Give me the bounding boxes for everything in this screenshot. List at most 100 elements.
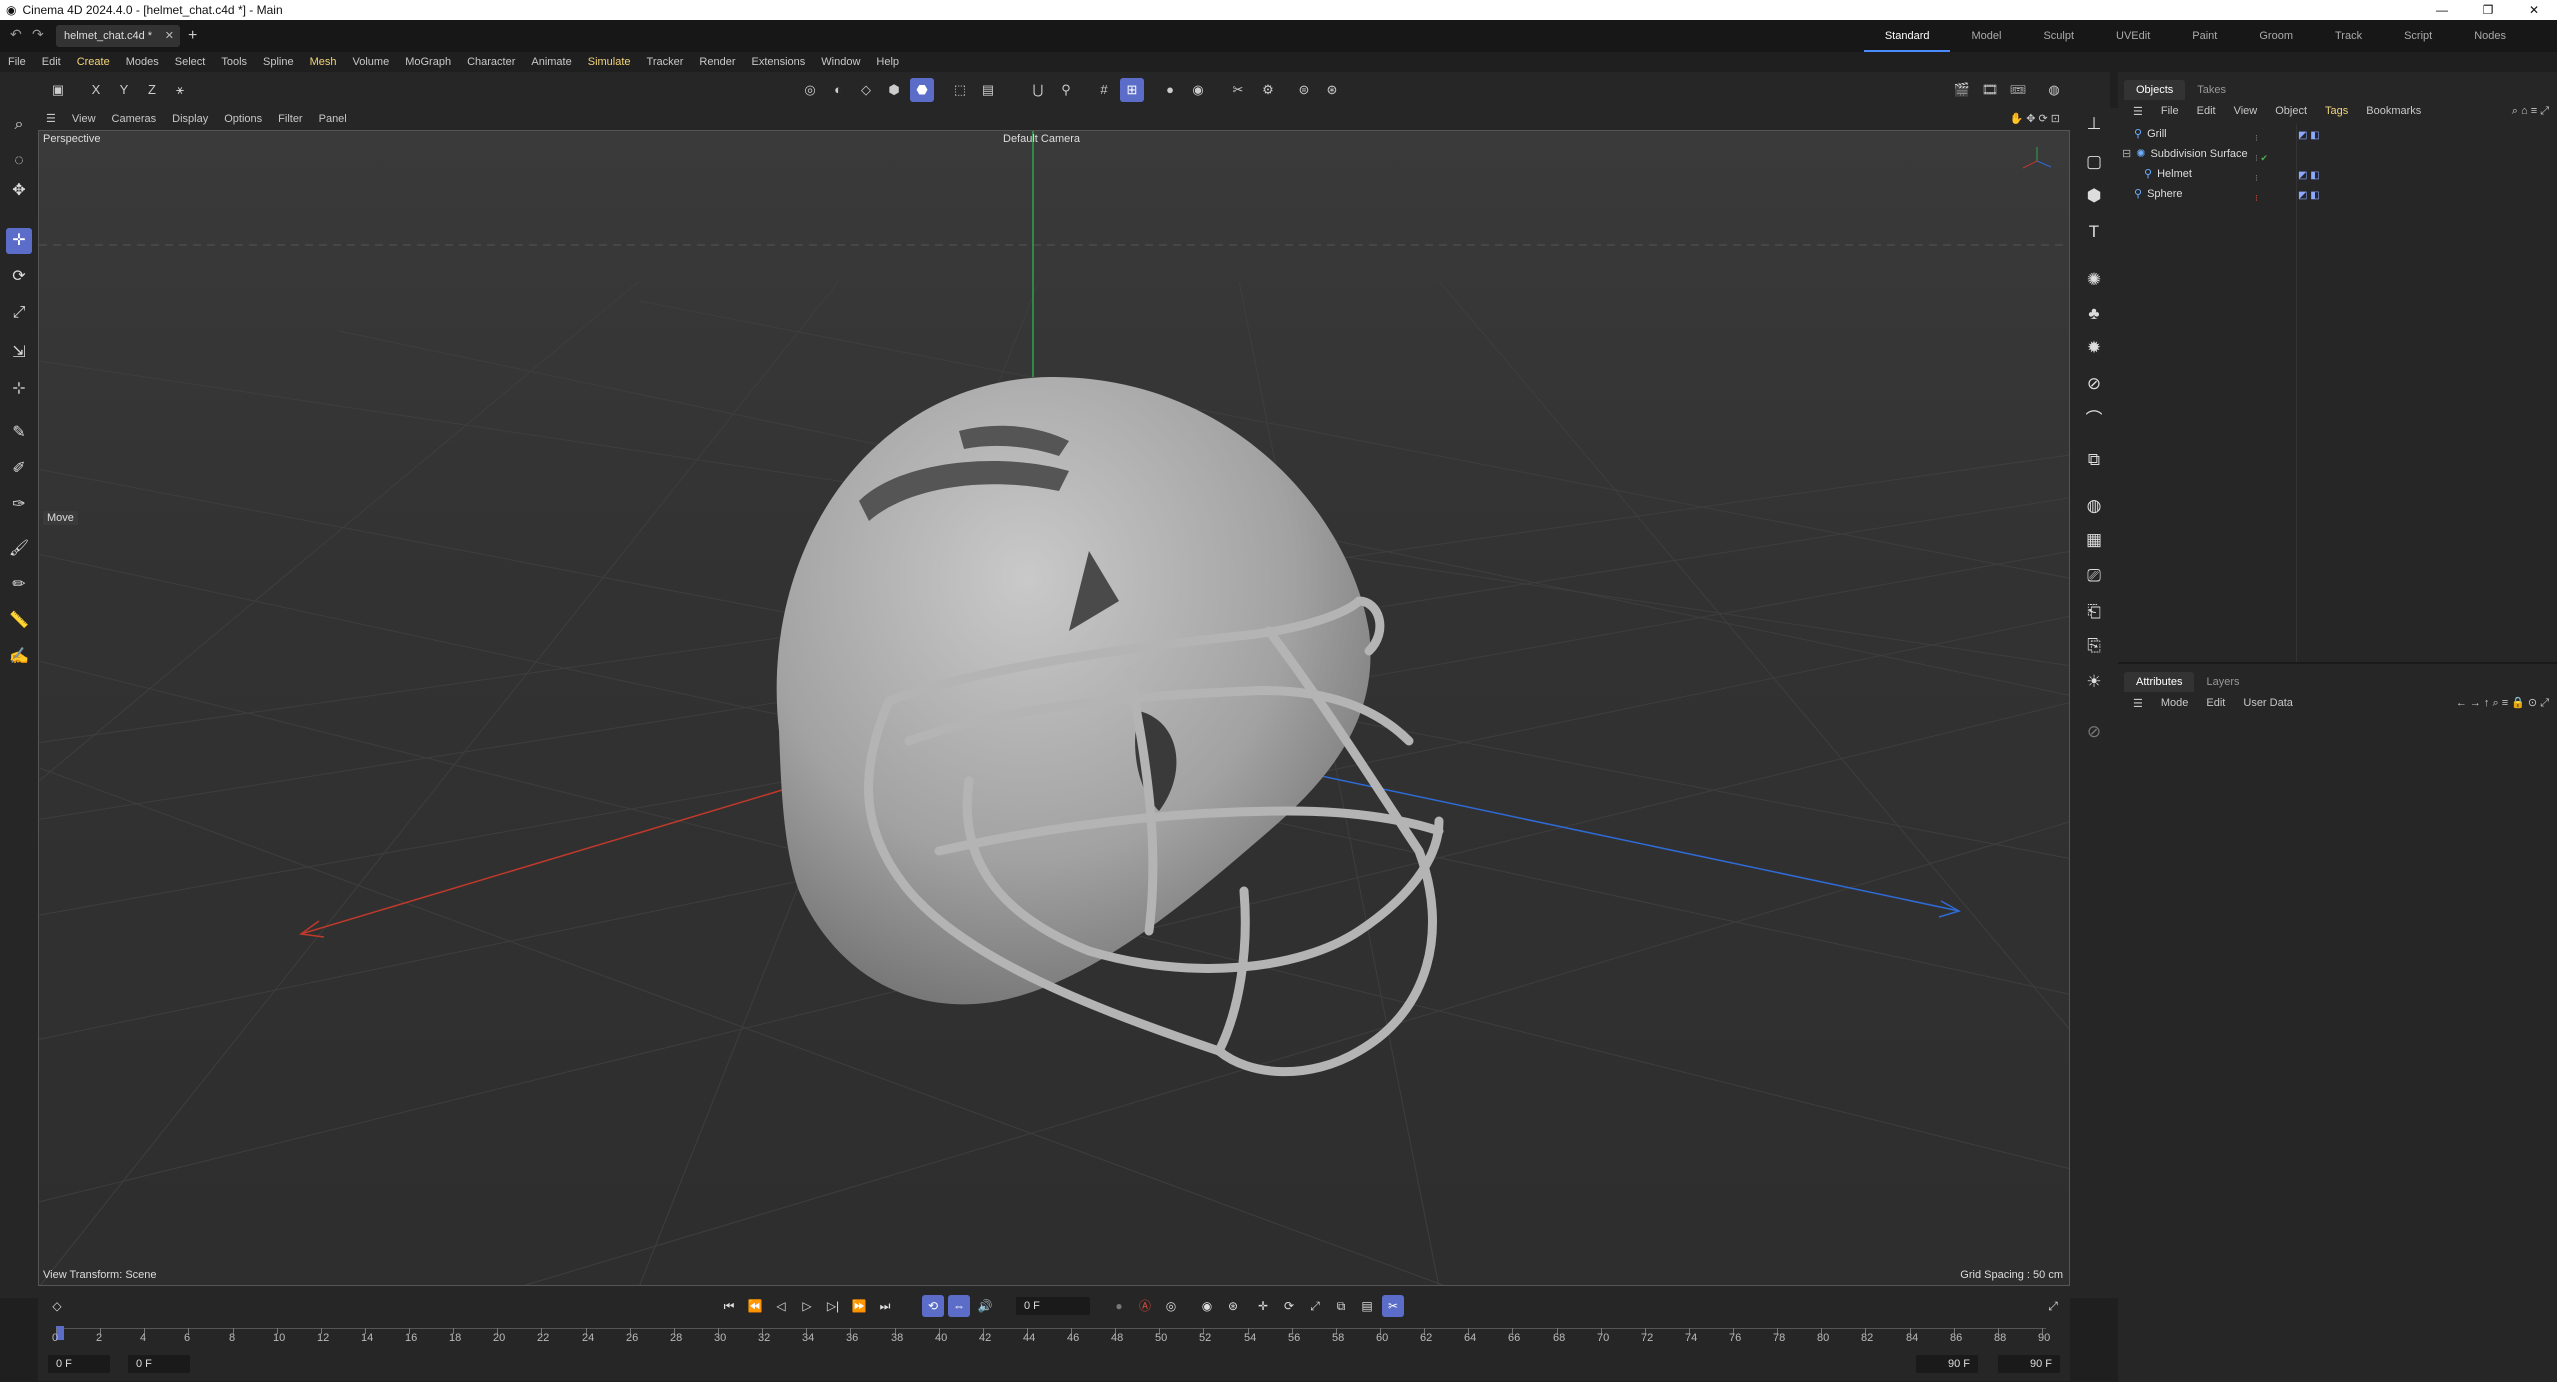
cloner-icon[interactable]: ♣ (2080, 300, 2108, 328)
start-frame-field[interactable]: 0 F (48, 1355, 110, 1373)
enable-axis-icon[interactable]: ⊥ (2080, 110, 2108, 138)
layout-uvedit[interactable]: UVEdit (2095, 20, 2171, 52)
move-tool-icon[interactable]: ✛ (6, 228, 32, 254)
layout-groom[interactable]: Groom (2238, 20, 2314, 52)
settings-gear-icon[interactable]: ⚙ (1256, 78, 1280, 102)
annotation-icon[interactable]: ✍ (6, 644, 32, 670)
menu-render[interactable]: Render (691, 52, 743, 72)
redo-icon[interactable]: ↷ (32, 26, 44, 43)
transfer-tool-icon[interactable]: ⇲ (6, 340, 32, 366)
object-row-helmet[interactable]: ⚲ Helmet (2144, 164, 2192, 184)
menu-select[interactable]: Select (167, 52, 214, 72)
close-tab-icon[interactable]: ✕ (165, 25, 174, 47)
tab-attributes[interactable]: Attributes (2124, 672, 2195, 692)
text-icon[interactable]: T (2080, 218, 2108, 246)
menu-animate[interactable]: Animate (523, 52, 579, 72)
objects-menu-edit[interactable]: Edit (2188, 105, 2225, 117)
menu-simulate[interactable]: Simulate (580, 52, 639, 72)
objects-menu-object[interactable]: Object (2266, 105, 2316, 117)
menu-create[interactable]: Create (69, 52, 118, 72)
objects-menu-icon[interactable]: ☰ (2124, 105, 2152, 118)
spline-tools-icon[interactable]: ✑ (6, 492, 32, 518)
tab-layers[interactable]: Layers (2194, 672, 2251, 692)
texture-mode-icon[interactable]: ◐ (826, 78, 850, 102)
attributes-nav-icons[interactable]: ← → ↑ ⌕ ≡ 🔒 ⊙ ⤢ (2447, 696, 2557, 710)
end-frame-field[interactable]: 90 F (1998, 1355, 2060, 1373)
snap-tool-icon[interactable]: ⊹ (6, 376, 32, 402)
uv-mode-icon[interactable]: ⬚ (948, 78, 972, 102)
menu-window[interactable]: Window (813, 52, 868, 72)
render-view-icon[interactable]: ⊜ (1292, 78, 1316, 102)
menu-help[interactable]: Help (868, 52, 907, 72)
layout-script[interactable]: Script (2383, 20, 2453, 52)
menu-spline[interactable]: Spline (255, 52, 302, 72)
preview-start-field[interactable]: 0 F (128, 1355, 190, 1373)
render-to-picture-viewer-icon[interactable]: 🎞 (1978, 78, 2002, 102)
workplane-icon[interactable]: ⊞ (1120, 78, 1144, 102)
deformer-icon[interactable]: ✹ (2080, 334, 2108, 362)
new-tab-icon[interactable]: + (188, 25, 197, 47)
objects-menu-tags[interactable]: Tags (2316, 105, 2357, 117)
generator-icon[interactable]: ⧉ (2080, 446, 2108, 474)
video-camera-icon[interactable]: ⎘ (2080, 632, 2108, 660)
snap-icon[interactable]: ⋃ (1026, 78, 1050, 102)
menu-volume[interactable]: Volume (345, 52, 398, 72)
scene-icon[interactable]: ▦ (2080, 526, 2108, 554)
menu-edit[interactable]: Edit (34, 52, 69, 72)
viewport-menu-filter[interactable]: Filter (270, 108, 310, 130)
minimize-button[interactable]: — (2419, 0, 2465, 20)
grid-icon[interactable]: # (1092, 78, 1116, 102)
rotate-tool-icon[interactable]: ⟳ (6, 264, 32, 290)
tab-objects[interactable]: Objects (2124, 80, 2186, 100)
spline-pen-icon[interactable]: ✎ (6, 420, 32, 446)
collapse-icon[interactable]: ⊟ (2122, 144, 2131, 164)
viewport-menu-options[interactable]: Options (216, 108, 270, 130)
object-visibility-column[interactable]: ⁝ ⁝ ✔ ⁝ ⁝ (2255, 128, 2268, 208)
render-settings-icon[interactable]: ⊛ (1320, 78, 1344, 102)
environment-icon[interactable]: ◍ (2080, 492, 2108, 520)
object-mode-icon[interactable]: ⬣ (910, 78, 934, 102)
lock-x-button[interactable]: X (84, 78, 108, 102)
attributes-menu-user-data[interactable]: User Data (2234, 697, 2302, 709)
menu-tracker[interactable]: Tracker (639, 52, 692, 72)
field-icon[interactable]: ⊘ (2080, 370, 2108, 398)
objects-menu-view[interactable]: View (2225, 105, 2267, 117)
world-axis-icon[interactable]: ⚹ (168, 78, 192, 102)
viewport-camera-label[interactable]: Default Camera (1003, 133, 1080, 145)
redshift-icon[interactable]: ◍ (2042, 78, 2066, 102)
object-row-grill[interactable]: ⚲ Grill (2134, 124, 2167, 144)
object-row-subdivision-surface[interactable]: ⊟ ✺ Subdivision Surface (2122, 144, 2248, 164)
layout-track[interactable]: Track (2314, 20, 2383, 52)
viewport-nav-icons[interactable]: ✋ ✥ ⟳ ⊡ (2001, 108, 2070, 130)
lock-y-button[interactable]: Y (112, 78, 136, 102)
objects-menu-bookmarks[interactable]: Bookmarks (2357, 105, 2430, 117)
preview-end-field[interactable]: 90 F (1916, 1355, 1978, 1373)
menu-character[interactable]: Character (459, 52, 523, 72)
selection-tools-icon[interactable]: ✥ (6, 178, 32, 204)
layout-sculpt[interactable]: Sculpt (2022, 20, 2095, 52)
viewport-projection-label[interactable]: Perspective (43, 133, 100, 145)
symmetry-icon[interactable]: ◉ (1186, 78, 1210, 102)
menu-mograph[interactable]: MoGraph (397, 52, 459, 72)
brush-icon[interactable]: 🖌 (6, 536, 32, 562)
objects-search-icon[interactable]: ⌕ ⌂ ≡ ⤢ (2503, 105, 2557, 118)
document-tab[interactable]: helmet_chat.c4d * ✕ (56, 25, 180, 47)
spline-icon[interactable]: ⌒ (2080, 406, 2108, 434)
layout-model[interactable]: Model (1950, 20, 2022, 52)
viewport-menu-panel[interactable]: Panel (311, 108, 355, 130)
points-mode-icon[interactable]: ◇ (854, 78, 878, 102)
edit-render-settings-icon[interactable]: 🎟 (2006, 78, 2030, 102)
restore-button[interactable]: ❐ (2465, 0, 2511, 20)
render-active-view-icon[interactable]: 🎬 (1950, 78, 1974, 102)
3d-viewport[interactable]: Perspective Default Camera Move View Tra… (38, 130, 2070, 1286)
menu-extensions[interactable]: Extensions (743, 52, 813, 72)
axis-mode-icon[interactable]: ▤ (976, 78, 1000, 102)
object-row-sphere[interactable]: ⚲ Sphere (2134, 184, 2183, 204)
viewport-menu-display[interactable]: Display (164, 108, 216, 130)
close-window-button[interactable]: ✕ (2511, 0, 2557, 20)
measure-icon[interactable]: 📏 (6, 608, 32, 634)
scale-tool-icon[interactable]: ⤢ (6, 300, 32, 326)
snap-settings-icon[interactable]: ⚲ (1054, 78, 1078, 102)
camera-icon[interactable]: ⎚ (2080, 562, 2108, 590)
soft-selection-icon[interactable]: ● (1158, 78, 1182, 102)
